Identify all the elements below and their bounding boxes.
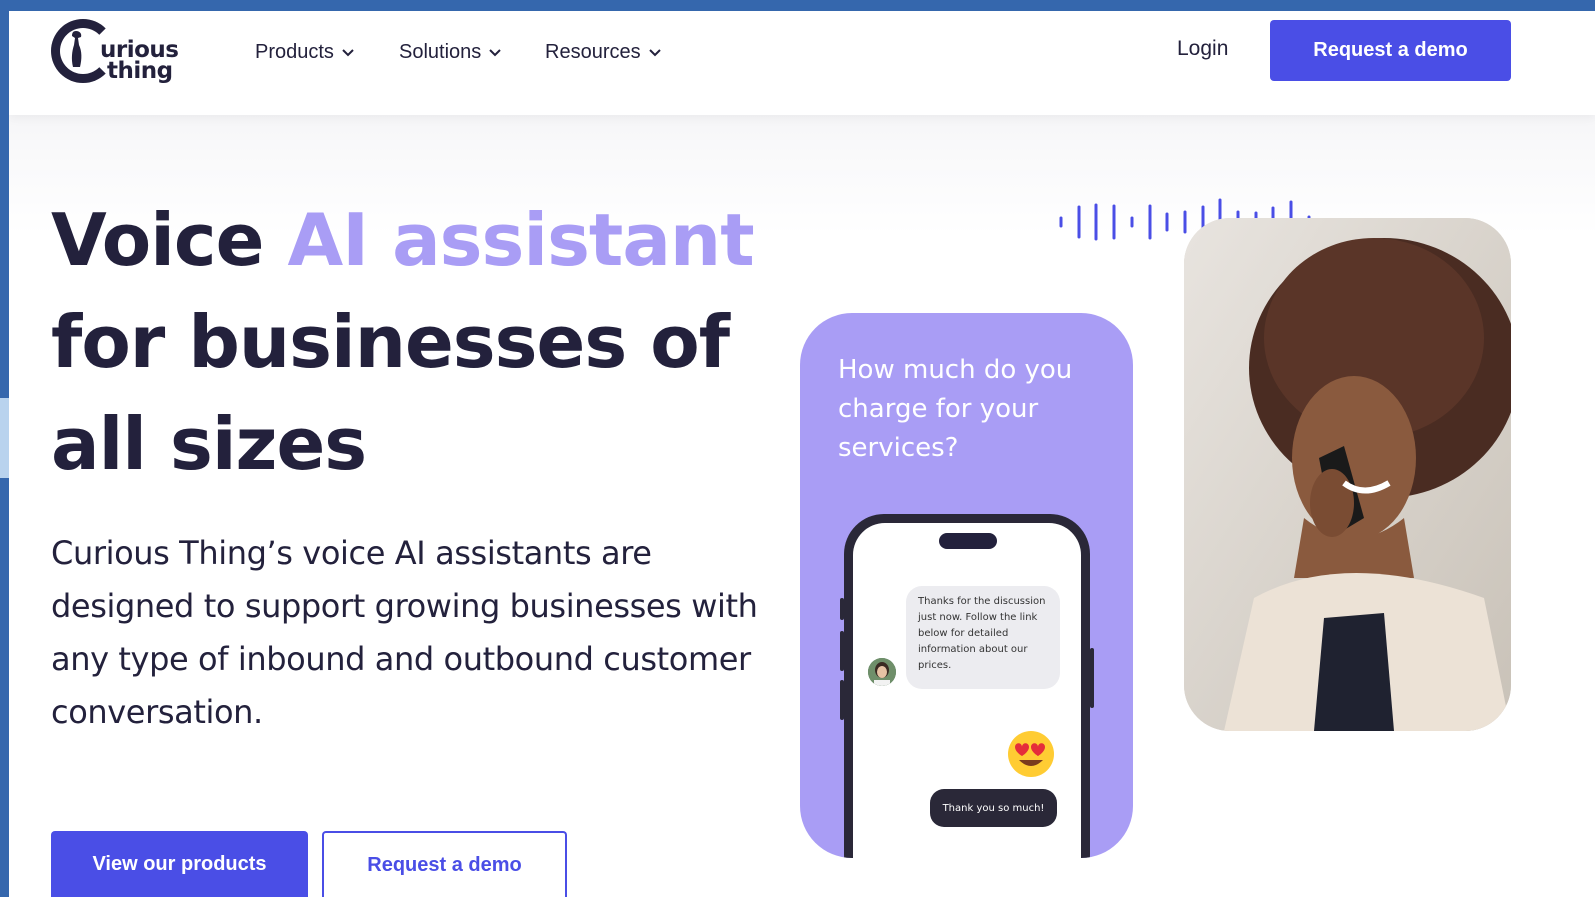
meerkat-logo-icon (71, 31, 82, 67)
phone-screen: Thanks for the discussion just now. Foll… (853, 523, 1081, 858)
header-request-demo-button[interactable]: Request a demo (1270, 20, 1511, 81)
agent-avatar-icon (868, 658, 896, 686)
nav-resources[interactable]: Resources (545, 39, 661, 65)
heart-eyes-emoji-icon (1008, 731, 1054, 777)
chevron-down-icon (342, 49, 354, 57)
outgoing-message-bubble: Thank you so much! (930, 789, 1057, 827)
chevron-down-icon (489, 49, 501, 57)
headline-part-1: Voice (51, 198, 288, 282)
hero-headline: Voice AI assistant for businesses of all… (51, 189, 811, 495)
nav-solutions[interactable]: Solutions (399, 39, 501, 65)
browser-page: urious thing Products Solutions Resource… (9, 11, 1595, 897)
view-products-button[interactable]: View our products (51, 831, 308, 897)
headline-part-2: for businesses of all sizes (51, 300, 730, 486)
nav-products-label: Products (255, 40, 334, 63)
phone-notch (939, 533, 997, 549)
headline-highlight: AI assistant (287, 198, 755, 282)
chevron-down-icon (648, 49, 661, 57)
nav-solutions-label: Solutions (399, 40, 482, 63)
agent-avatar (868, 658, 896, 686)
logo-word-thing: thing (107, 58, 173, 84)
woman-on-phone-image (1184, 218, 1511, 731)
woman-on-phone-photo (1184, 218, 1511, 731)
hero-description: Curious Thing’s voice AI assistants are … (51, 534, 758, 731)
window-edge-strip (0, 398, 9, 478)
nav-resources-label: Resources (545, 40, 641, 63)
site-header: urious thing Products Solutions Resource… (9, 11, 1595, 115)
nav-products[interactable]: Products (255, 39, 354, 65)
phone-power-button (1090, 648, 1094, 708)
login-link[interactable]: Login (1177, 37, 1228, 61)
incoming-message-bubble: Thanks for the discussion just now. Foll… (906, 586, 1060, 689)
card-question: How much do you charge for your services… (838, 355, 1073, 463)
chat-demo-card: How much do you charge for your services… (800, 313, 1133, 858)
curious-thing-logo[interactable]: urious thing (51, 19, 191, 89)
phone-mockup: Thanks for the discussion just now. Foll… (844, 514, 1090, 858)
hero-request-demo-button[interactable]: Request a demo (322, 831, 567, 897)
